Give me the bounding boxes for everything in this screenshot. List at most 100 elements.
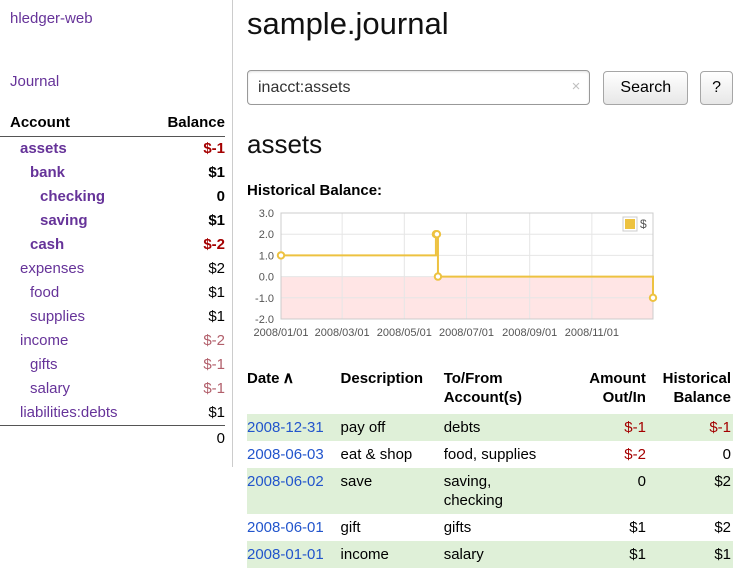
accounts-header-row: Account Balance [0, 110, 225, 137]
transaction-date-link[interactable]: 2008-06-03 [247, 446, 324, 463]
account-balance: $-1 [151, 137, 225, 162]
search-row: × Search ? [247, 70, 733, 105]
transaction-date-cell: 2008-06-01 [247, 514, 341, 541]
account-row: expenses $2 [0, 257, 225, 281]
register-header-accounts: To/From Account(s) [444, 367, 573, 414]
register-header-row: Date∧ Description To/From Account(s) Amo… [247, 367, 733, 414]
transaction-date-link[interactable]: 2008-01-01 [247, 546, 324, 563]
account-balance: $1 [151, 209, 225, 233]
account-link-bank[interactable]: bank [30, 164, 65, 181]
transaction-date-link[interactable]: 2008-06-01 [247, 519, 324, 536]
register-row: 2008-01-01incomesalary$1$1 [247, 541, 733, 568]
accounts-table-body: assets$-1bank$1checking0saving$1cash$-2e… [0, 137, 225, 426]
transaction-accounts: food, supplies [444, 441, 573, 468]
transaction-balance: $-1 [648, 414, 733, 441]
account-link-income[interactable]: income [20, 332, 68, 349]
account-link-supplies[interactable]: supplies [30, 308, 85, 325]
transaction-date-cell: 2008-06-03 [247, 441, 341, 468]
transaction-balance: $1 [648, 541, 733, 568]
register-row: 2008-06-02savesaving, checking0$2 [247, 468, 733, 514]
account-link-checking[interactable]: checking [40, 188, 105, 205]
transaction-amount: 0 [573, 468, 648, 514]
account-row: bank $1 [0, 161, 225, 185]
transaction-amount: $1 [573, 514, 648, 541]
accounts-header-balance: Balance [151, 110, 225, 137]
account-row: checking 0 [0, 185, 225, 209]
account-link-gifts[interactable]: gifts [30, 356, 58, 373]
main-content: sample.journal × Search ? assets Histori… [233, 0, 741, 568]
account-row: gifts$-1 [0, 353, 225, 377]
account-link-food[interactable]: food [30, 284, 59, 301]
balance-chart-svg: 3.02.01.00.0-1.0-2.02008/01/012008/03/01… [247, 205, 663, 347]
transaction-description: eat & shop [341, 441, 444, 468]
transaction-date-link[interactable]: 2008-06-02 [247, 473, 324, 490]
register-row: 2008-12-31pay offdebts$-1$-1 [247, 414, 733, 441]
transaction-accounts: saving, checking [444, 468, 573, 514]
transaction-description: save [341, 468, 444, 514]
transaction-date-link[interactable]: 2008-12-31 [247, 419, 324, 436]
account-row: saving $1 [0, 209, 225, 233]
y-tick-label: 3.0 [259, 208, 274, 220]
account-balance: $2 [151, 257, 225, 281]
account-link-cash[interactable]: cash [30, 236, 64, 253]
register-row: 2008-06-01giftgifts$1$2 [247, 514, 733, 541]
y-tick-label: -1.0 [255, 293, 274, 305]
historical-balance-chart: 3.02.01.00.0-1.0-2.02008/01/012008/03/01… [247, 205, 733, 347]
account-link-salary[interactable]: salary [30, 380, 70, 397]
legend-swatch [625, 219, 635, 229]
account-link-expenses[interactable]: expenses [20, 260, 84, 277]
account-row: cash $-2 [0, 233, 225, 257]
x-tick-label: 2008/01/01 [253, 327, 308, 339]
search-box: × [247, 70, 590, 105]
account-balance: $1 [151, 401, 225, 426]
app-title-link[interactable]: hledger-web [10, 10, 232, 27]
transaction-amount: $-2 [573, 441, 648, 468]
account-link-saving[interactable]: saving [40, 212, 88, 229]
search-input[interactable] [247, 70, 590, 105]
register-header-balance: Historical Balance [648, 367, 733, 414]
sidebar: hledger-web Journal Account Balance asse… [0, 0, 233, 467]
account-balance: $1 [151, 161, 225, 185]
transaction-date-cell: 2008-12-31 [247, 414, 341, 441]
x-tick-label: 2008/03/01 [315, 327, 370, 339]
account-row: food$1 [0, 281, 225, 305]
transaction-accounts: salary [444, 541, 573, 568]
register-header-date[interactable]: Date∧ [247, 367, 341, 414]
search-button[interactable]: Search [603, 71, 688, 105]
data-point-marker [278, 252, 284, 258]
chart-label: Historical Balance: [247, 182, 733, 199]
account-row: assets $-1 [0, 137, 225, 162]
account-row: income $-2 [0, 329, 225, 353]
register-row: 2008-06-03eat & shopfood, supplies$-20 [247, 441, 733, 468]
accounts-total-row: 0 [0, 426, 225, 452]
transaction-description: income [341, 541, 444, 568]
x-tick-label: 2008/05/01 [377, 327, 432, 339]
account-heading: assets [247, 129, 733, 160]
transaction-date-cell: 2008-01-01 [247, 541, 341, 568]
account-link-liabilities-debts[interactable]: liabilities:debts [20, 404, 118, 421]
account-balance: $1 [151, 305, 225, 329]
account-link-assets[interactable]: assets [20, 140, 67, 157]
x-tick-label: 2008/09/01 [502, 327, 557, 339]
register-table-body: 2008-12-31pay offdebts$-1$-12008-06-03ea… [247, 414, 733, 568]
transaction-amount: $1 [573, 541, 648, 568]
transaction-accounts: debts [444, 414, 573, 441]
transaction-accounts: gifts [444, 514, 573, 541]
account-balance: 0 [151, 185, 225, 209]
y-tick-label: 0.0 [259, 272, 274, 284]
account-balance: $-1 [151, 377, 225, 401]
transaction-amount: $-1 [573, 414, 648, 441]
accounts-table: Account Balance assets $-1 bank $1 checking 0… [0, 110, 225, 451]
clear-search-icon[interactable]: × [572, 78, 581, 95]
transaction-date-cell: 2008-06-02 [247, 468, 341, 514]
transaction-balance: $2 [648, 514, 733, 541]
y-tick-label: -2.0 [255, 314, 274, 326]
help-button[interactable]: ? [700, 71, 733, 105]
y-tick-label: 2.0 [259, 229, 274, 241]
data-point-marker [434, 231, 440, 237]
account-balance: $-2 [151, 329, 225, 353]
transaction-description: pay off [341, 414, 444, 441]
account-balance: $-2 [151, 233, 225, 257]
sidebar-item-journal[interactable]: Journal [10, 73, 232, 90]
register-header-amount: Amount Out/In [573, 367, 648, 414]
